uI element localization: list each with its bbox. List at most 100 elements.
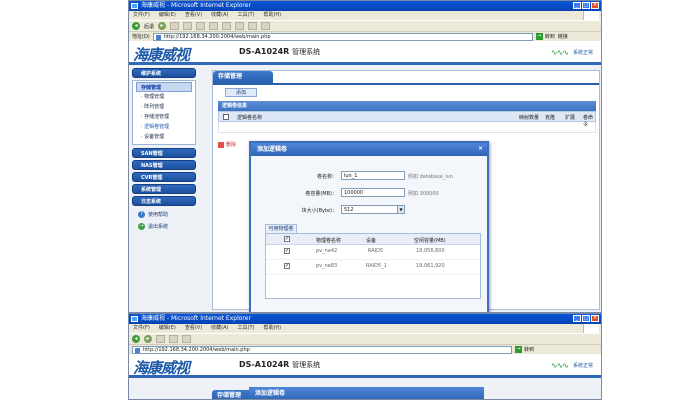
pv-select-all-checkbox[interactable]: ✓	[284, 236, 290, 242]
back-arrow-icon[interactable]: ◂	[132, 335, 140, 343]
browser-window-2: 海康威视 - Microsoft Internet Explorer _ □ ×…	[128, 313, 602, 400]
app-banner: 海康威视 DS-A1024R 管理系统 ∿∿∿ 系统正常	[129, 41, 601, 65]
address-value: http://192.168.34.200:2004/web/main.php	[143, 346, 250, 353]
menu-file[interactable]: 文件(F)	[133, 324, 150, 333]
capacity-row: 卷容量(MB)： 100000 例如 300000	[251, 188, 487, 198]
go-label: 转到	[544, 34, 555, 40]
history-icon[interactable]	[235, 22, 245, 30]
select-all-checkbox[interactable]	[223, 114, 229, 120]
block-size-select[interactable]: 512 ▼	[341, 205, 405, 214]
menu-file[interactable]: 文件(F)	[133, 11, 150, 20]
content-title: 存储管理	[213, 71, 273, 83]
menu-favorites[interactable]: 收藏(A)	[211, 11, 228, 20]
forward-arrow-icon[interactable]: ▸	[158, 22, 167, 30]
nav-item-lun[interactable]: · 逻辑卷管理	[133, 122, 195, 132]
nav-item-pool[interactable]: · 存储池管理	[133, 112, 195, 122]
menu-view[interactable]: 查看(V)	[185, 324, 202, 333]
minimize-button[interactable]: _	[573, 315, 581, 322]
add-lun-button[interactable]: 添加	[225, 88, 257, 97]
pv-device: RAID5_1	[366, 263, 387, 269]
browser-toolbar: ◂ 后退 ▸	[129, 20, 601, 31]
capacity-input[interactable]: 100000	[341, 188, 405, 197]
sidebar: 维护系统 存储管理 · 物理管理 · 阵列管理 · 存储池管理 · 逻辑卷管理 …	[132, 68, 196, 232]
window-titlebar: 海康威视 - Microsoft Internet Explorer _ □ ×	[129, 314, 601, 324]
capacity-label: 卷容量(MB)：	[305, 191, 337, 197]
capacity-hint: 例如 300000	[408, 191, 439, 197]
home-icon[interactable]	[182, 335, 191, 343]
search-icon[interactable]	[209, 22, 219, 30]
product-title: DS-A1024R 管理系统	[239, 47, 320, 57]
nav-item-storage[interactable]: 存储管理	[136, 82, 192, 92]
status-label: 系统正常	[572, 363, 593, 369]
dialog-title: 添加逻辑卷	[249, 387, 484, 399]
nav-item-physical[interactable]: · 物理管理	[133, 92, 195, 102]
menu-tools[interactable]: 工具(T)	[238, 324, 255, 333]
go-button[interactable]: → 转到	[515, 346, 534, 353]
menu-help[interactable]: 帮助(H)	[263, 324, 281, 333]
col-clone: 克隆	[545, 115, 556, 121]
back-label[interactable]: 后退	[144, 23, 154, 30]
menu-edit[interactable]: 编辑(E)	[159, 324, 176, 333]
refresh-icon[interactable]	[169, 335, 178, 343]
pv-row-checkbox[interactable]: ✓	[284, 263, 290, 269]
browser-toolbar: ◂ ▸	[129, 333, 601, 344]
favorites-icon[interactable]	[222, 22, 232, 30]
nav-nas[interactable]: NAS管理	[132, 160, 196, 170]
menu-favorites[interactable]: 收藏(A)	[211, 324, 228, 333]
nav-item-array[interactable]: · 阵列管理	[133, 102, 195, 112]
lun-section-header: 逻辑卷信息	[218, 101, 596, 111]
home-icon[interactable]	[196, 22, 206, 30]
menubar: 文件(F) 编辑(E) 查看(V) 收藏(A) 工具(T) 帮助(H)	[129, 324, 601, 333]
close-button[interactable]: ×	[591, 315, 599, 322]
maximize-button[interactable]: □	[582, 315, 590, 322]
nav-san[interactable]: SAN管理	[132, 148, 196, 158]
dialog-close-icon[interactable]: ×	[477, 146, 484, 153]
nav-log[interactable]: 日志系统	[132, 196, 196, 206]
brand-logo: 海康威视	[133, 359, 190, 377]
name-hint: 例如 database_lun	[408, 174, 453, 180]
address-input[interactable]: http://192.168.34.200:2004/web/main.php	[152, 32, 533, 41]
forward-arrow-icon[interactable]: ▸	[144, 335, 152, 343]
logout-label: 退出系统	[148, 223, 169, 230]
help-link[interactable]: ? 使用帮助	[132, 208, 196, 220]
status-label: 系统正常	[572, 50, 593, 56]
name-label: 卷名称：	[316, 174, 337, 180]
back-arrow-icon[interactable]: ◂	[132, 22, 140, 30]
go-button[interactable]: → 转到	[535, 33, 555, 40]
pv-name: pv_ne83	[316, 263, 338, 269]
lun-name-input[interactable]: lun_1	[341, 171, 405, 180]
nav-cvr[interactable]: CVR管理	[132, 172, 196, 182]
close-button[interactable]: ×	[591, 2, 599, 9]
table-row[interactable]: ✓ pv_ne83 RAID5_1 19,061,920	[266, 260, 480, 275]
stop-icon[interactable]	[170, 22, 180, 30]
stop-icon[interactable]	[156, 335, 165, 343]
menu-tools[interactable]: 工具(T)	[238, 11, 255, 20]
links-label[interactable]: 链接	[558, 33, 568, 40]
product-system-name: 管理系统	[292, 48, 321, 56]
help-label: 使用帮助	[148, 211, 169, 218]
minimize-button[interactable]: _	[573, 2, 581, 9]
menu-help[interactable]: 帮助(H)	[263, 11, 281, 20]
address-input[interactable]: http://192.168.34.200:2004/web/main.php	[132, 345, 512, 354]
app-banner: 海康威视 DS-A1024R 管理系统 ∿∿∿ 系统正常	[129, 354, 601, 378]
pv-table-header: ✓ 物理卷名称 设备 空闲容量(MB)	[266, 234, 480, 245]
pv-device: RAID5	[368, 248, 384, 254]
mail-icon[interactable]	[248, 22, 258, 30]
logout-link[interactable]: → 退出系统	[132, 220, 196, 232]
refresh-icon[interactable]	[183, 22, 193, 30]
pv-row-checkbox[interactable]: ✓	[284, 248, 290, 254]
menu-edit[interactable]: 编辑(E)	[159, 11, 176, 20]
window-titlebar: 海康威视 - Microsoft Internet Explorer _ □ ×	[129, 1, 601, 11]
menu-view[interactable]: 查看(V)	[185, 11, 202, 20]
print-icon[interactable]	[261, 22, 271, 30]
pv-col-device: 设备	[366, 238, 377, 244]
pv-name: pv_ne42	[316, 248, 338, 254]
nav-system[interactable]: 系统管理	[132, 184, 196, 194]
delete-button[interactable]: 删除	[218, 141, 236, 148]
nav-item-device[interactable]: · 设备管理	[133, 132, 195, 142]
ie-icon	[131, 3, 138, 9]
maximize-button[interactable]: □	[582, 2, 590, 9]
col-expand: 扩展	[565, 115, 576, 121]
table-row[interactable]: ✓ pv_ne42 RAID5 19,056,600	[266, 245, 480, 260]
nav-maintenance[interactable]: 维护系统	[132, 68, 196, 78]
